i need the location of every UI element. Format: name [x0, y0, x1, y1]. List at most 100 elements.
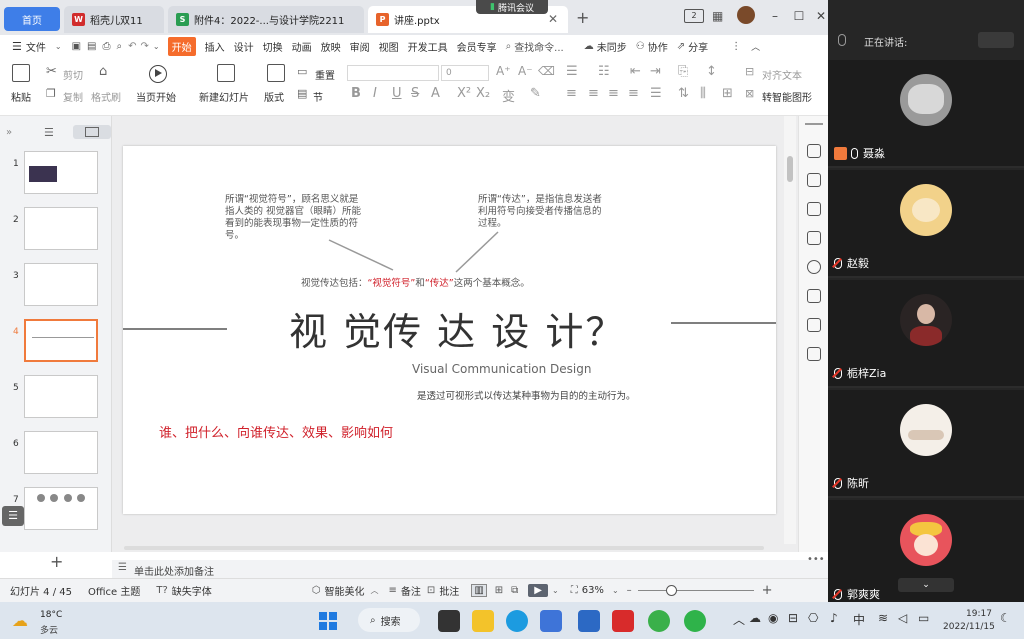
vertical-scroll-thumb[interactable]	[787, 156, 793, 182]
edge-browser-icon[interactable]	[506, 610, 528, 632]
start-menu-icon[interactable]	[319, 612, 337, 630]
convert-smartart-button[interactable]: 转智能图形	[762, 89, 812, 104]
font-color-icon[interactable]: A	[431, 86, 440, 101]
collapse-ribbon-icon[interactable]: ︿	[751, 40, 760, 53]
window-mode-icon[interactable]: 2	[684, 9, 704, 23]
section-icon[interactable]: ▤	[297, 87, 307, 100]
bold-icon[interactable]: B	[351, 86, 361, 101]
participant-tile[interactable]: 栀梓Zia	[828, 280, 1024, 388]
format-brush-icon[interactable]: ⌂	[99, 64, 107, 79]
print-icon[interactable]: ⎙	[102, 41, 110, 52]
animation-pane-icon[interactable]	[807, 144, 821, 158]
align-right-icon[interactable]: ≡	[608, 86, 619, 101]
copy-layout-icon[interactable]	[807, 231, 821, 245]
navigation-icon[interactable]	[807, 318, 821, 332]
wifi-icon[interactable]: ≋	[878, 611, 888, 625]
reset-icon[interactable]: ▭	[297, 65, 307, 78]
slide-thumbnail-1[interactable]	[24, 151, 98, 194]
columns-icon[interactable]: ⫼	[700, 86, 706, 101]
justify-icon[interactable]: ≡	[628, 86, 639, 101]
maximize-icon[interactable]: ☐	[790, 8, 808, 24]
menu-home[interactable]: 开始	[167, 37, 196, 56]
volume-icon[interactable]: ◁	[898, 611, 907, 625]
notes-toggle-button[interactable]: 备注	[401, 583, 421, 598]
line-spacing-icon[interactable]: ↕	[706, 64, 717, 79]
lock-tray-icon[interactable]: ⎔	[808, 611, 818, 625]
input-method[interactable]: 中	[853, 611, 865, 628]
play-from-current-button[interactable]: 当页开始	[136, 89, 176, 104]
numbered-list-icon[interactable]: ☷	[598, 64, 610, 79]
copy-button[interactable]: 复制	[63, 89, 83, 104]
qq-browser-icon[interactable]	[648, 610, 670, 632]
reader-icon[interactable]	[807, 347, 821, 361]
font-name-combo[interactable]	[347, 65, 439, 81]
zoom-out-icon[interactable]: –	[627, 585, 632, 596]
slide-thumbnail-7[interactable]	[24, 487, 98, 530]
picture-icon[interactable]	[807, 289, 821, 303]
add-slide-icon[interactable]: +	[50, 552, 63, 571]
redo-icon[interactable]: ↷	[140, 41, 148, 52]
floating-menu-icon[interactable]: ☰	[2, 506, 24, 526]
menu-transition[interactable]: 切换	[263, 39, 283, 54]
taskbar-search[interactable]: ⌕ 搜索	[358, 608, 420, 632]
menu-file[interactable]: 文件	[26, 39, 46, 54]
align-text-button[interactable]: 对齐文本	[762, 67, 802, 82]
command-search[interactable]: 查找命令...	[514, 39, 564, 54]
align-text-icon[interactable]: ⊟	[745, 65, 754, 78]
new-slide-icon[interactable]	[217, 64, 235, 82]
comment-button[interactable]: 批注	[439, 583, 459, 598]
slide-thumbnail-6[interactable]	[24, 431, 98, 474]
subscript-icon[interactable]: X₂	[476, 86, 490, 101]
layout-icon[interactable]	[267, 64, 285, 82]
pin-icon[interactable]	[807, 202, 821, 216]
zoom-level[interactable]: 63%	[582, 585, 604, 596]
text-box-icon[interactable]: ⊞	[722, 86, 733, 101]
missing-font-button[interactable]: 缺失字体	[172, 583, 212, 598]
align-left-icon[interactable]: ≡	[566, 86, 577, 101]
menu-slideshow[interactable]: 放映	[321, 39, 341, 54]
zoom-slider[interactable]	[637, 584, 754, 597]
help-icon[interactable]	[807, 260, 821, 274]
tray-overflow-icon[interactable]: ︿	[733, 611, 745, 628]
meeting-badge[interactable]: ▮ 腾讯会议	[476, 0, 548, 14]
layout-button[interactable]: 版式	[264, 89, 284, 104]
horizontal-scrollbar[interactable]	[112, 544, 782, 552]
pinyin-icon[interactable]: 变	[502, 86, 515, 105]
menu-view[interactable]: 视图	[379, 39, 399, 54]
expand-panel-icon[interactable]: »	[6, 127, 12, 138]
text-direction-icon[interactable]: ⎘	[678, 64, 688, 79]
menu-member[interactable]: 会员专享	[457, 39, 497, 54]
participant-tile[interactable]: 陈昕	[828, 390, 1024, 498]
task-view-icon[interactable]	[438, 610, 460, 632]
more-icon[interactable]: ⋮	[731, 41, 741, 52]
undo-icon[interactable]: ↶	[128, 41, 136, 52]
slideshow-chevron-icon[interactable]: ⌄	[552, 586, 559, 595]
new-slide-button[interactable]: 新建幻灯片	[199, 89, 249, 104]
current-slide[interactable]: 所谓“视觉符号”，顾名思义就是指人类的 视觉器官（眼睛）所能看到的能表现事物一定…	[123, 146, 776, 514]
tab-doc1[interactable]: W 稻壳儿双11	[64, 6, 164, 33]
normal-view-icon[interactable]: ▥	[471, 584, 487, 597]
menu-insert[interactable]: 插入	[205, 39, 225, 54]
cut-icon[interactable]: ✂	[46, 64, 57, 79]
mic-tray-icon[interactable]: ♪	[830, 611, 838, 625]
increase-font-icon[interactable]: A⁺	[496, 64, 511, 78]
cut-button[interactable]: 剪切	[63, 67, 83, 82]
smart-art-icon[interactable]: ⊠	[745, 87, 754, 100]
slide-thumbnail-2[interactable]	[24, 207, 98, 250]
cloud-tray-icon[interactable]: ☁	[749, 611, 761, 625]
share-button[interactable]: 分享	[688, 39, 708, 54]
font-size-combo[interactable]: 0	[441, 65, 489, 81]
file-explorer-icon[interactable]	[472, 610, 494, 632]
decrease-indent-icon[interactable]: ⇤	[630, 64, 641, 79]
vertical-scrollbar[interactable]	[784, 116, 796, 544]
menu-review[interactable]: 审阅	[350, 39, 370, 54]
slide-sorter-icon[interactable]: ⊞	[495, 585, 503, 596]
highlight-icon[interactable]: ✎	[530, 86, 541, 101]
export-pdf-icon[interactable]: ▤	[87, 41, 96, 52]
distribute-icon[interactable]: ☰	[650, 86, 662, 101]
menu-animation[interactable]: 动画	[292, 39, 312, 54]
qq-tray-icon[interactable]: ◉	[768, 611, 778, 625]
tab-doc2[interactable]: S 附件4：2022-...与设计学院2211	[168, 6, 364, 33]
photos-icon[interactable]	[578, 610, 600, 632]
minimize-icon[interactable]: –	[766, 8, 784, 24]
